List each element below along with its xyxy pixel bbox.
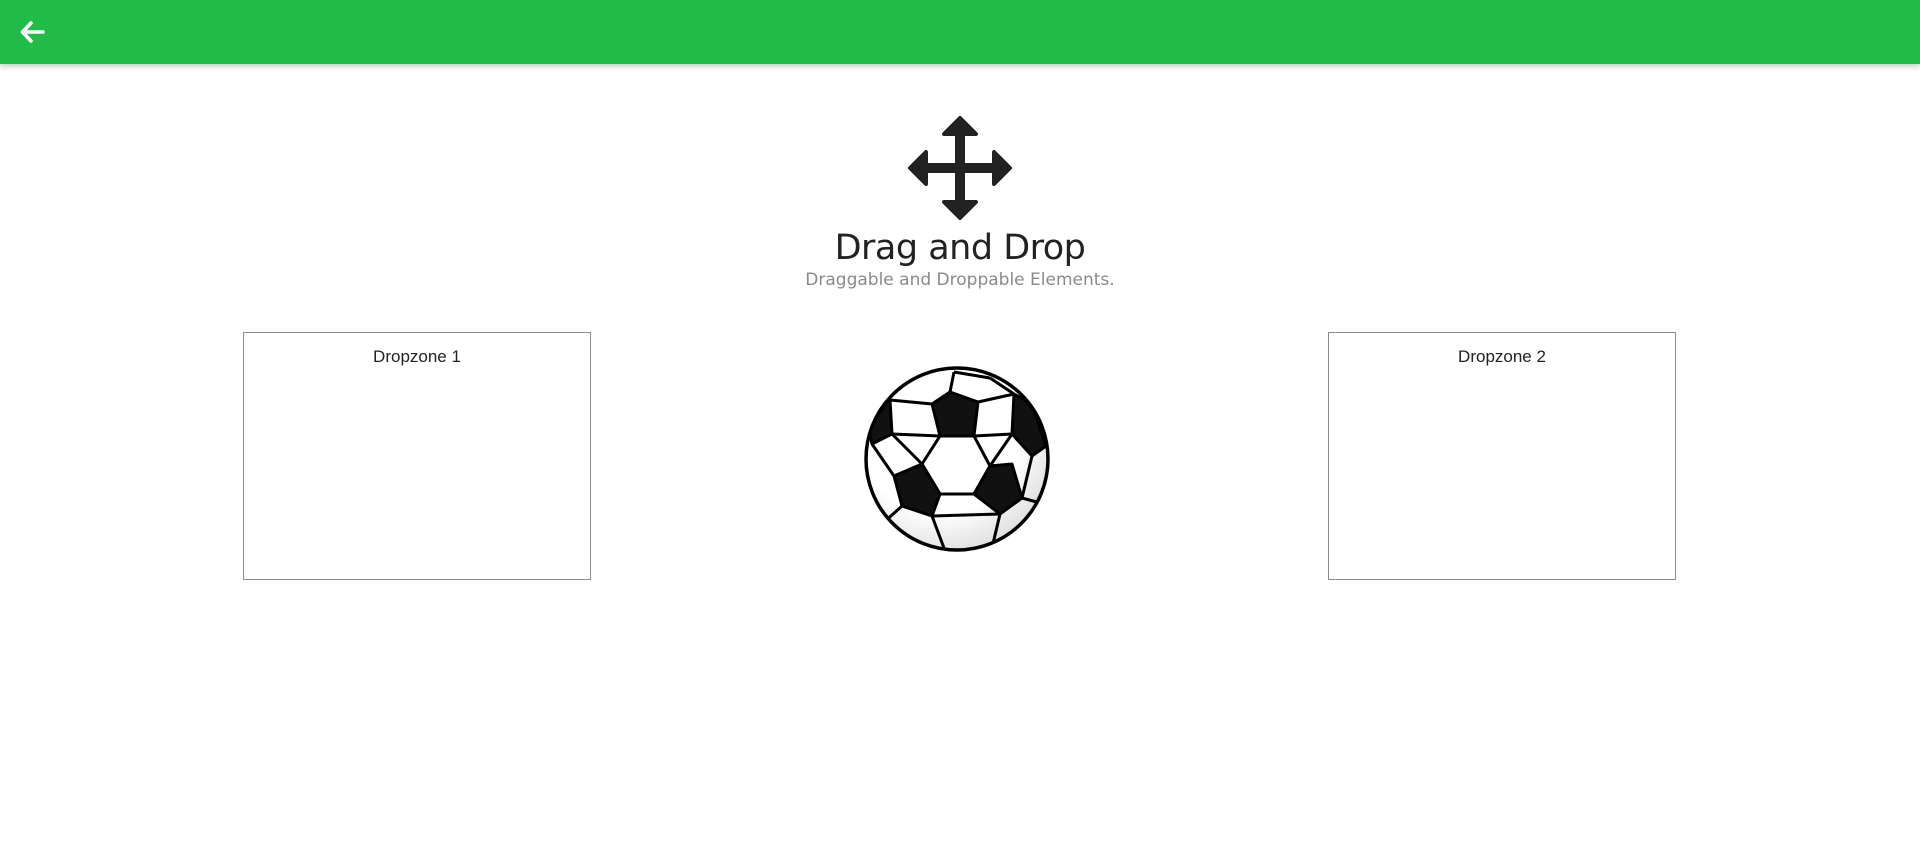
arrow-left-icon [20, 21, 45, 43]
page-header: Drag and Drop Draggable and Droppable El… [0, 114, 1920, 290]
top-app-bar [0, 0, 1920, 64]
soccer-ball-icon[interactable] [862, 364, 1052, 554]
back-button[interactable] [18, 17, 48, 47]
page-title: Drag and Drop [834, 228, 1086, 268]
dropzone-1[interactable]: Dropzone 1 [243, 332, 591, 580]
move-arrows-icon [908, 116, 1012, 220]
dropzone-label: Dropzone 2 [1458, 347, 1546, 366]
dropzone-label: Dropzone 1 [373, 347, 461, 366]
dropzone-2[interactable]: Dropzone 2 [1328, 332, 1676, 580]
page-subtitle: Draggable and Droppable Elements. [805, 270, 1115, 290]
